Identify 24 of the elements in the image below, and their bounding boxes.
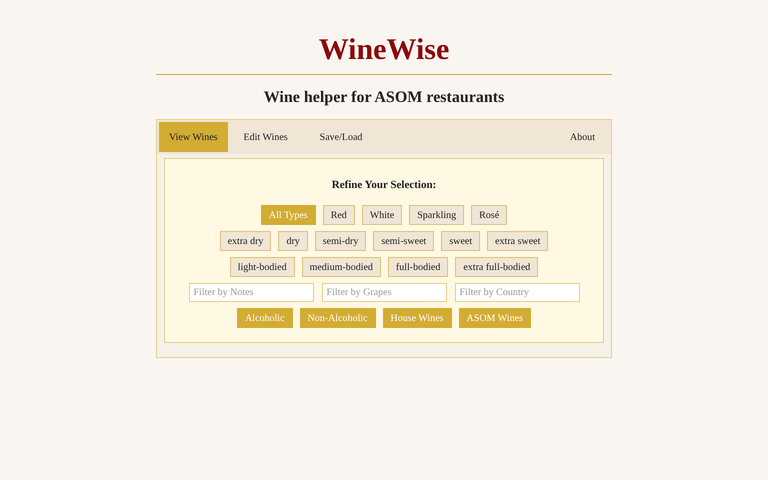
filter-field[interactable]: Filter by Grapes [322, 283, 446, 302]
filter-chip[interactable]: extra sweet [487, 231, 548, 251]
filter-chip[interactable]: extra dry [220, 231, 272, 251]
app-subtitle: Wine helper for ASOM restaurants [262, 89, 506, 107]
filter-field[interactable]: Filter by Country [454, 283, 580, 302]
filter-chip[interactable]: dry [278, 231, 308, 251]
nav-tab[interactable]: About [554, 122, 611, 152]
filter-field[interactable]: Filter by Notes [188, 283, 314, 302]
filter-chip[interactable]: Rosé [471, 205, 508, 225]
filter-chip[interactable]: White [362, 205, 402, 225]
app-title: WineWise [318, 32, 450, 68]
filter-chip[interactable]: sweet [441, 231, 480, 251]
filter-heading: Refine Your Selection: [332, 179, 436, 191]
filter-chip[interactable]: semi-dry [314, 231, 366, 251]
filter-chip[interactable]: light-bodied [230, 257, 295, 277]
filter-chip[interactable]: semi-sweet [373, 231, 434, 251]
nav-tab[interactable]: Save/Load [304, 122, 378, 152]
filter-chip[interactable]: Sparkling [409, 205, 464, 225]
filter-chip[interactable]: medium-bodied [302, 257, 381, 277]
filter-chip[interactable]: extra full-bodied [455, 257, 538, 277]
nav-tab[interactable]: Edit Wines [228, 122, 304, 152]
filter-chip[interactable]: Red [322, 205, 355, 225]
filter-chip[interactable]: full-bodied [388, 257, 448, 277]
nav-tab[interactable]: View Wines [159, 122, 228, 152]
